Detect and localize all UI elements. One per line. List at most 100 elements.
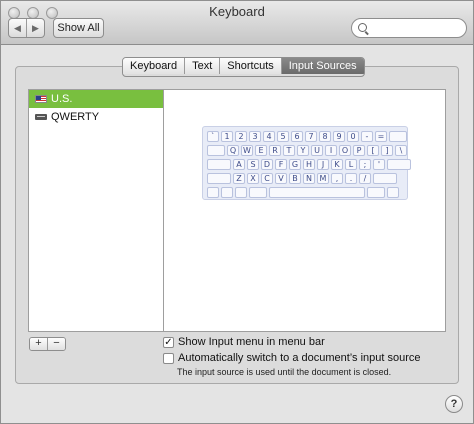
add-source-button[interactable]: + xyxy=(30,338,47,350)
tab-shortcuts[interactable]: Shortcuts xyxy=(219,58,281,74)
key: ' xyxy=(373,159,385,170)
key: P xyxy=(353,145,365,156)
key-shift-left xyxy=(207,173,231,184)
key: [ xyxy=(367,145,379,156)
key: M xyxy=(317,173,329,184)
key: 5 xyxy=(277,131,289,142)
remove-source-button[interactable]: − xyxy=(47,338,65,350)
key-row-1: ` 1 2 3 4 5 6 7 8 9 0 - = xyxy=(207,131,409,142)
key: S xyxy=(247,159,259,170)
key: K xyxy=(331,159,343,170)
key-tab xyxy=(207,145,225,156)
key-command xyxy=(249,187,267,198)
key: ; xyxy=(359,159,371,170)
list-item-us[interactable]: U.S. xyxy=(29,90,163,108)
tab-bar: Keyboard Text Shortcuts Input Sources xyxy=(122,57,365,77)
key: F xyxy=(275,159,287,170)
show-input-menu-checkbox[interactable]: ✓ xyxy=(163,336,174,348)
forward-button[interactable]: ▶ xyxy=(26,19,44,37)
key: L xyxy=(345,159,357,170)
tab-keyboard[interactable]: Keyboard xyxy=(123,58,185,74)
key-fn xyxy=(207,187,219,198)
auto-switch-label: Automatically switch to a document’s inp… xyxy=(178,352,421,364)
key: D xyxy=(261,159,273,170)
forward-arrow-icon: ▶ xyxy=(32,22,39,33)
show-all-button[interactable]: Show All xyxy=(53,18,104,38)
key: I xyxy=(325,145,337,156)
key: Y xyxy=(297,145,309,156)
show-input-menu-row: ✓ Show Input menu in menu bar xyxy=(163,336,325,348)
list-item-label: QWERTY xyxy=(51,111,100,123)
tab-text[interactable]: Text xyxy=(184,58,220,74)
key: A xyxy=(233,159,245,170)
keyboard-preview-pane: ` 1 2 3 4 5 6 7 8 9 0 - = Q W E R T Y U … xyxy=(164,89,446,332)
input-sources-list[interactable]: U.S. QWERTY xyxy=(28,89,164,332)
key-row-5 xyxy=(207,187,401,198)
key-caps-lock xyxy=(207,159,231,170)
key: \ xyxy=(395,145,407,156)
keyboard-icon xyxy=(35,114,47,120)
key: 6 xyxy=(291,131,303,142)
key-return xyxy=(387,159,411,170)
key: V xyxy=(275,173,287,184)
key: J xyxy=(317,159,329,170)
key: B xyxy=(289,173,301,184)
key: 0 xyxy=(347,131,359,142)
key: Q xyxy=(227,145,239,156)
key-row-4: Z X C V B N M , . / xyxy=(207,173,399,184)
key: - xyxy=(361,131,373,142)
auto-switch-row: Automatically switch to a document’s inp… xyxy=(163,352,421,364)
key: 7 xyxy=(305,131,317,142)
key: 2 xyxy=(235,131,247,142)
key-row-2: Q W E R T Y U I O P [ ] \ xyxy=(207,145,409,156)
title-bar: Keyboard ◀ ▶ Show All xyxy=(1,1,473,45)
key: 1 xyxy=(221,131,233,142)
show-input-menu-label: Show Input menu in menu bar xyxy=(178,336,325,348)
key-row-3: A S D F G H J K L ; ' xyxy=(207,159,413,170)
keyboard-layout-preview: ` 1 2 3 4 5 6 7 8 9 0 - = Q W E R T Y U … xyxy=(202,126,411,200)
key: G xyxy=(289,159,301,170)
key-option-right xyxy=(387,187,399,198)
key: / xyxy=(359,173,371,184)
key: R xyxy=(269,145,281,156)
key: T xyxy=(283,145,295,156)
key-option xyxy=(235,187,247,198)
key: U xyxy=(311,145,323,156)
keyboard-preferences-window: Keyboard ◀ ▶ Show All Keyboard Text Shor… xyxy=(0,0,474,424)
key-shift-right xyxy=(373,173,397,184)
list-item-qwerty[interactable]: QWERTY xyxy=(29,108,163,126)
key: H xyxy=(303,159,315,170)
key-control xyxy=(221,187,233,198)
key-command-right xyxy=(367,187,385,198)
key: 3 xyxy=(249,131,261,142)
key: 8 xyxy=(319,131,331,142)
key: X xyxy=(247,173,259,184)
back-button[interactable]: ◀ xyxy=(9,19,26,37)
key: Z xyxy=(233,173,245,184)
key: 4 xyxy=(263,131,275,142)
auto-switch-checkbox[interactable] xyxy=(163,352,174,364)
key: 9 xyxy=(333,131,345,142)
key: ` xyxy=(207,131,219,142)
key: = xyxy=(375,131,387,142)
help-button[interactable]: ? xyxy=(445,395,463,413)
back-arrow-icon: ◀ xyxy=(14,22,21,33)
back-forward-buttons: ◀ ▶ xyxy=(8,18,45,38)
list-item-label: U.S. xyxy=(51,93,73,105)
key: W xyxy=(241,145,253,156)
key: O xyxy=(339,145,351,156)
key: ] xyxy=(381,145,393,156)
list-buttons: + − xyxy=(29,337,66,351)
window-title: Keyboard xyxy=(209,4,265,19)
key-delete xyxy=(389,131,407,142)
key: E xyxy=(255,145,267,156)
key: C xyxy=(261,173,273,184)
us-flag-icon xyxy=(35,95,47,103)
auto-switch-hint: The input source is used until the docum… xyxy=(177,367,392,377)
search-field[interactable] xyxy=(351,18,467,38)
search-icon xyxy=(358,23,367,32)
key: N xyxy=(303,173,315,184)
key: . xyxy=(345,173,357,184)
question-mark-icon: ? xyxy=(450,398,458,410)
tab-input-sources[interactable]: Input Sources xyxy=(280,58,364,74)
